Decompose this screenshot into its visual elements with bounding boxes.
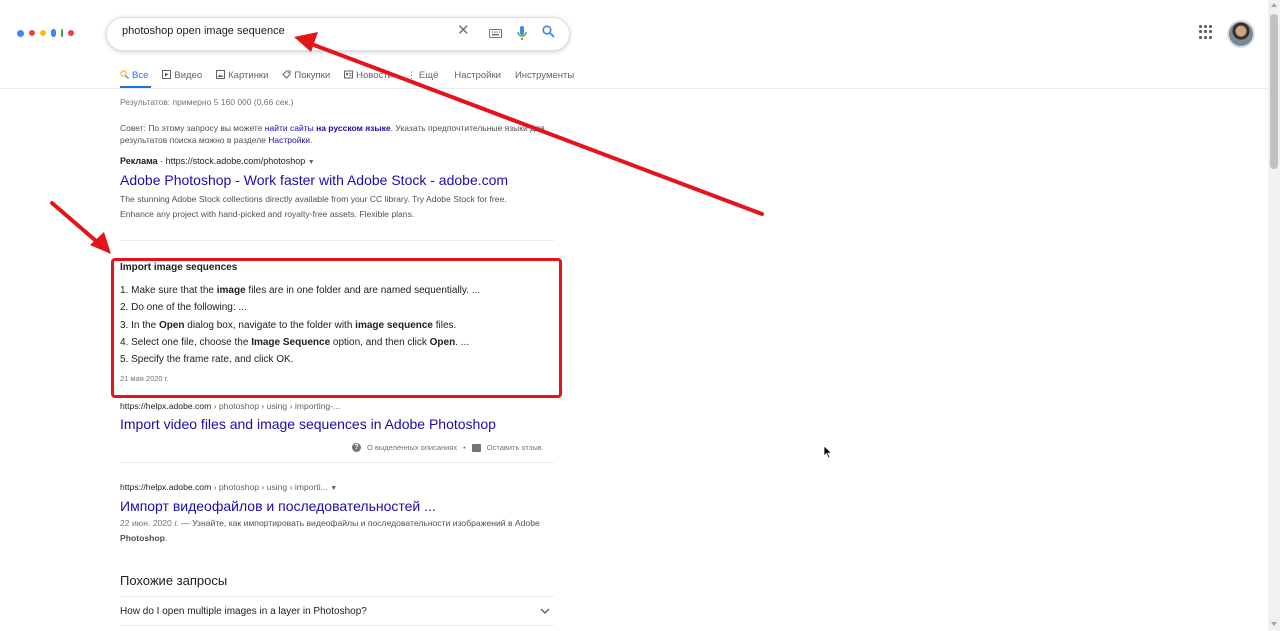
ad-description: The stunning Adobe Stock collections dir… <box>120 194 507 219</box>
divider <box>120 462 554 463</box>
microphone-icon[interactable] <box>517 25 527 45</box>
mouse-cursor-icon <box>823 445 833 459</box>
tab-video[interactable]: Видео <box>162 66 202 84</box>
tab-images[interactable]: Картинки <box>216 66 268 84</box>
snippet-feedback: ? О выделенных описаниях • Оставить отзы… <box>352 443 542 452</box>
tab-label: Все <box>132 69 149 81</box>
related-heading: Похожие запросы <box>120 573 228 588</box>
result-path: › photoshop › using › importi... <box>211 482 328 492</box>
tab-label: Покупки <box>294 69 331 81</box>
tab-label: Инструменты <box>514 69 575 81</box>
dropdown-arrow-icon[interactable]: ▼ <box>330 485 337 492</box>
language-advice: Совет: По этому запросу вы можете найти … <box>120 122 550 146</box>
ad-url: Реклама · https://stock.adobe.com/photos… <box>120 156 315 166</box>
annotation-arrow <box>50 201 111 254</box>
result-path: › photoshop › using › importing-... <box>211 401 341 411</box>
keyboard-icon[interactable] <box>489 26 502 42</box>
result-url: https://helpx.adobe.com › photoshop › us… <box>120 401 340 411</box>
image-icon <box>216 69 226 81</box>
tab-label: Настройки <box>454 69 501 81</box>
tab-label: Новости <box>356 69 393 81</box>
feedback-icon[interactable] <box>471 443 481 452</box>
tab-label: Картинки <box>228 69 269 81</box>
ad-title-link[interactable]: Adobe Photoshop - Work faster with Adobe… <box>120 172 508 188</box>
about-snippets-link[interactable]: О выделенных описаниях <box>367 443 457 452</box>
find-sites-link[interactable]: найти сайты <box>265 123 314 133</box>
video-icon <box>162 69 172 81</box>
divider <box>120 240 554 241</box>
related-question-text: How do I open multiple images in a layer… <box>120 605 367 617</box>
search-tabs: Все Видео Картинки Покупки Новости ⋮ Ещё… <box>120 66 588 84</box>
result-snippet-bold: Photoshop <box>120 533 165 543</box>
dropdown-arrow-icon[interactable]: ▼ <box>308 159 315 166</box>
tag-icon <box>282 70 291 81</box>
tab-news[interactable]: Новости <box>344 66 393 84</box>
result-snippet-text: — Узнайте, как импортировать видеофайлы … <box>178 518 540 528</box>
apps-icon[interactable] <box>1199 25 1213 39</box>
tab-label: Ещё <box>418 69 439 81</box>
tab-shopping[interactable]: Покупки <box>282 66 330 84</box>
result-date: 22 июн. 2020 г. <box>120 518 179 528</box>
scroll-down-arrow-icon[interactable] <box>1271 622 1277 626</box>
tab-all[interactable]: Все <box>120 66 148 84</box>
tab-settings[interactable]: Настройки <box>454 66 501 84</box>
annotation-highlight-box <box>111 258 562 398</box>
feedback-link[interactable]: Оставить отзыв <box>487 443 542 452</box>
dot-separator: • <box>463 443 466 452</box>
news-icon <box>344 70 354 81</box>
result-snippet-text: . <box>164 533 168 543</box>
ad-label: Реклама <box>120 156 158 166</box>
tab-label: Видео <box>174 69 203 81</box>
result-domain: https://helpx.adobe.com <box>120 482 212 492</box>
avatar[interactable] <box>1227 20 1255 48</box>
result-domain: https://helpx.adobe.com <box>120 401 212 411</box>
help-icon[interactable]: ? <box>352 443 361 452</box>
search-input[interactable] <box>120 24 444 38</box>
scroll-up-arrow-icon[interactable] <box>1271 3 1277 7</box>
result-title-link[interactable]: Импорт видеофайлов и последовательностей… <box>120 498 436 514</box>
scrollbar-thumb[interactable] <box>1270 14 1278 169</box>
result-stats: Результатов: примерно 5 160 000 (0,66 се… <box>120 97 294 107</box>
more-icon: ⋮ <box>406 69 416 80</box>
ad-link-url: · https://stock.adobe.com/photoshop <box>157 156 306 166</box>
result-title-link[interactable]: Import video files and image sequences i… <box>120 416 496 432</box>
settings-link[interactable]: Настройки <box>268 135 310 145</box>
russian-language-link[interactable]: на русском языке <box>316 123 391 133</box>
google-logo[interactable] <box>17 27 79 39</box>
result-url: https://helpx.adobe.com › photoshop › us… <box>120 482 337 492</box>
header-divider <box>0 88 1268 89</box>
result-description: 22 июн. 2020 г. — Узнайте, как импортиро… <box>120 516 540 546</box>
advice-text: . <box>309 135 313 145</box>
tab-tools[interactable]: Инструменты <box>515 66 574 84</box>
chevron-down-icon <box>540 606 550 617</box>
search-box[interactable]: ✕ <box>106 17 570 51</box>
search-icon[interactable] <box>542 25 555 42</box>
tab-more[interactable]: ⋮ Ещё <box>407 66 438 84</box>
close-icon[interactable]: ✕ <box>457 23 470 39</box>
related-question[interactable]: How do I open multiple images in a layer… <box>120 596 554 626</box>
search-icon <box>120 69 129 81</box>
advice-text: Совет: По этому запросу вы можете <box>120 123 265 133</box>
